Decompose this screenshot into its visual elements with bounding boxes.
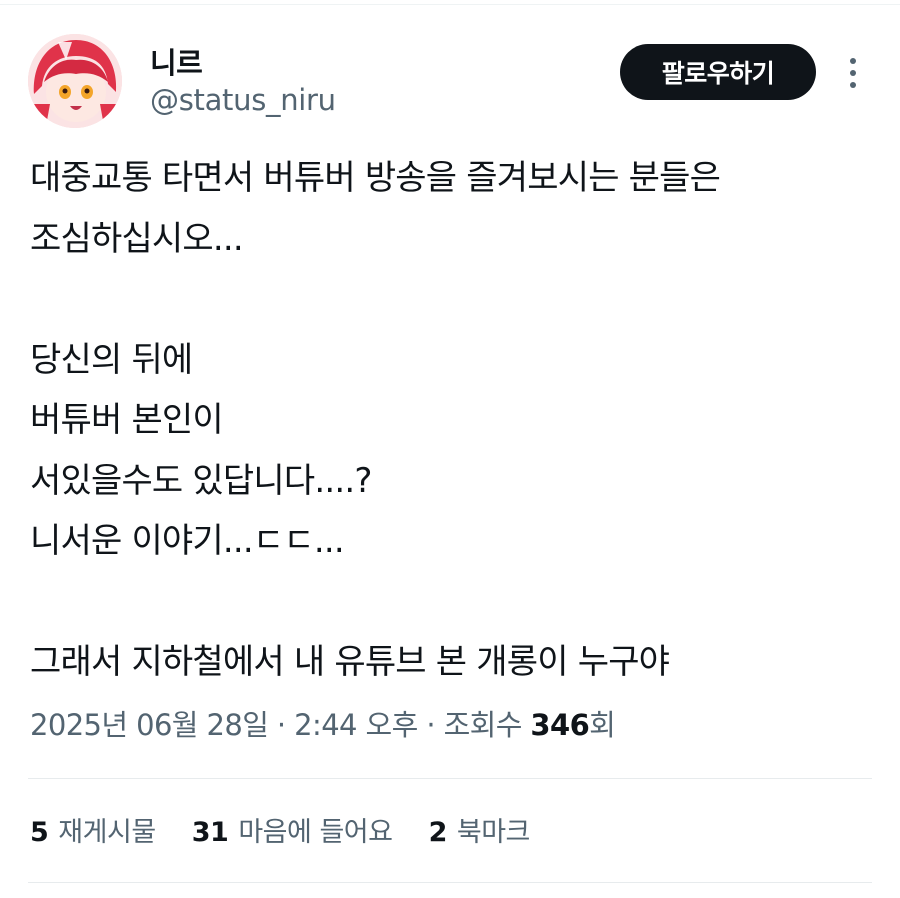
tweet-line: 그래서 지하철에서 내 유튜브 본 개롱이 누구야 — [30, 642, 670, 682]
bookmarks-count: 2 — [428, 817, 448, 848]
views-label[interactable]: 조회수 346회 — [444, 708, 616, 742]
meta-separator: · — [276, 708, 286, 742]
reposts-label: 재게시물 — [58, 817, 156, 848]
bookmarks-label: 북마크 — [456, 817, 531, 848]
reposts-stat[interactable]: 5 재게시물 — [30, 810, 156, 849]
divider — [28, 778, 872, 779]
divider — [28, 882, 872, 883]
tweet-line: 서있을수도 있답니다....? — [30, 460, 372, 501]
avatar-image — [28, 34, 122, 128]
likes-label: 마음에 들어요 — [238, 817, 393, 848]
engagement-stats: 5 재게시물 31 마음에 들어요 2 북마크 — [30, 810, 558, 849]
tweet-line: 니서운 이야기...ㄷㄷ... — [30, 521, 345, 561]
tweet-time[interactable]: 2:44 오후 — [294, 708, 418, 742]
tweet-line — [30, 269, 880, 330]
tweet-date[interactable]: 2025년 06월 28일 — [30, 708, 269, 742]
tweet-line: 버튜버 본인이 — [30, 400, 224, 440]
views-suffix: 회 — [589, 708, 616, 742]
tweet-line — [30, 572, 880, 633]
user-handle[interactable]: @status_niru — [150, 83, 336, 117]
tweet-line: 당신의 뒤에 — [30, 339, 193, 380]
tweet-line: 대중교통 타면서 버튜버 방송을 즐겨보시는 분들은 — [30, 158, 721, 198]
display-name[interactable]: 니르 — [150, 40, 203, 82]
top-divider — [0, 4, 900, 5]
likes-count: 31 — [191, 817, 229, 848]
reposts-count: 5 — [30, 817, 49, 848]
more-vertical-icon[interactable] — [840, 56, 866, 90]
views-count: 346 — [530, 708, 590, 742]
tweet-meta: 2025년 06월 28일 · 2:44 오후 · 조회수 346회 — [30, 702, 616, 744]
bookmarks-stat[interactable]: 2 북마크 — [428, 810, 531, 849]
tweet-line: 조심하십시오... — [30, 218, 244, 259]
avatar[interactable] — [28, 34, 122, 128]
likes-stat[interactable]: 31 마음에 들어요 — [192, 810, 393, 849]
follow-button[interactable]: 팔로우하기 — [620, 44, 816, 100]
tweet-text: 대중교통 타면서 버튜버 방송을 즐겨보시는 분들은 조심하십시오... 당신의… — [30, 148, 880, 693]
views-prefix: 조회수 — [443, 708, 531, 742]
meta-separator: · — [426, 708, 435, 742]
